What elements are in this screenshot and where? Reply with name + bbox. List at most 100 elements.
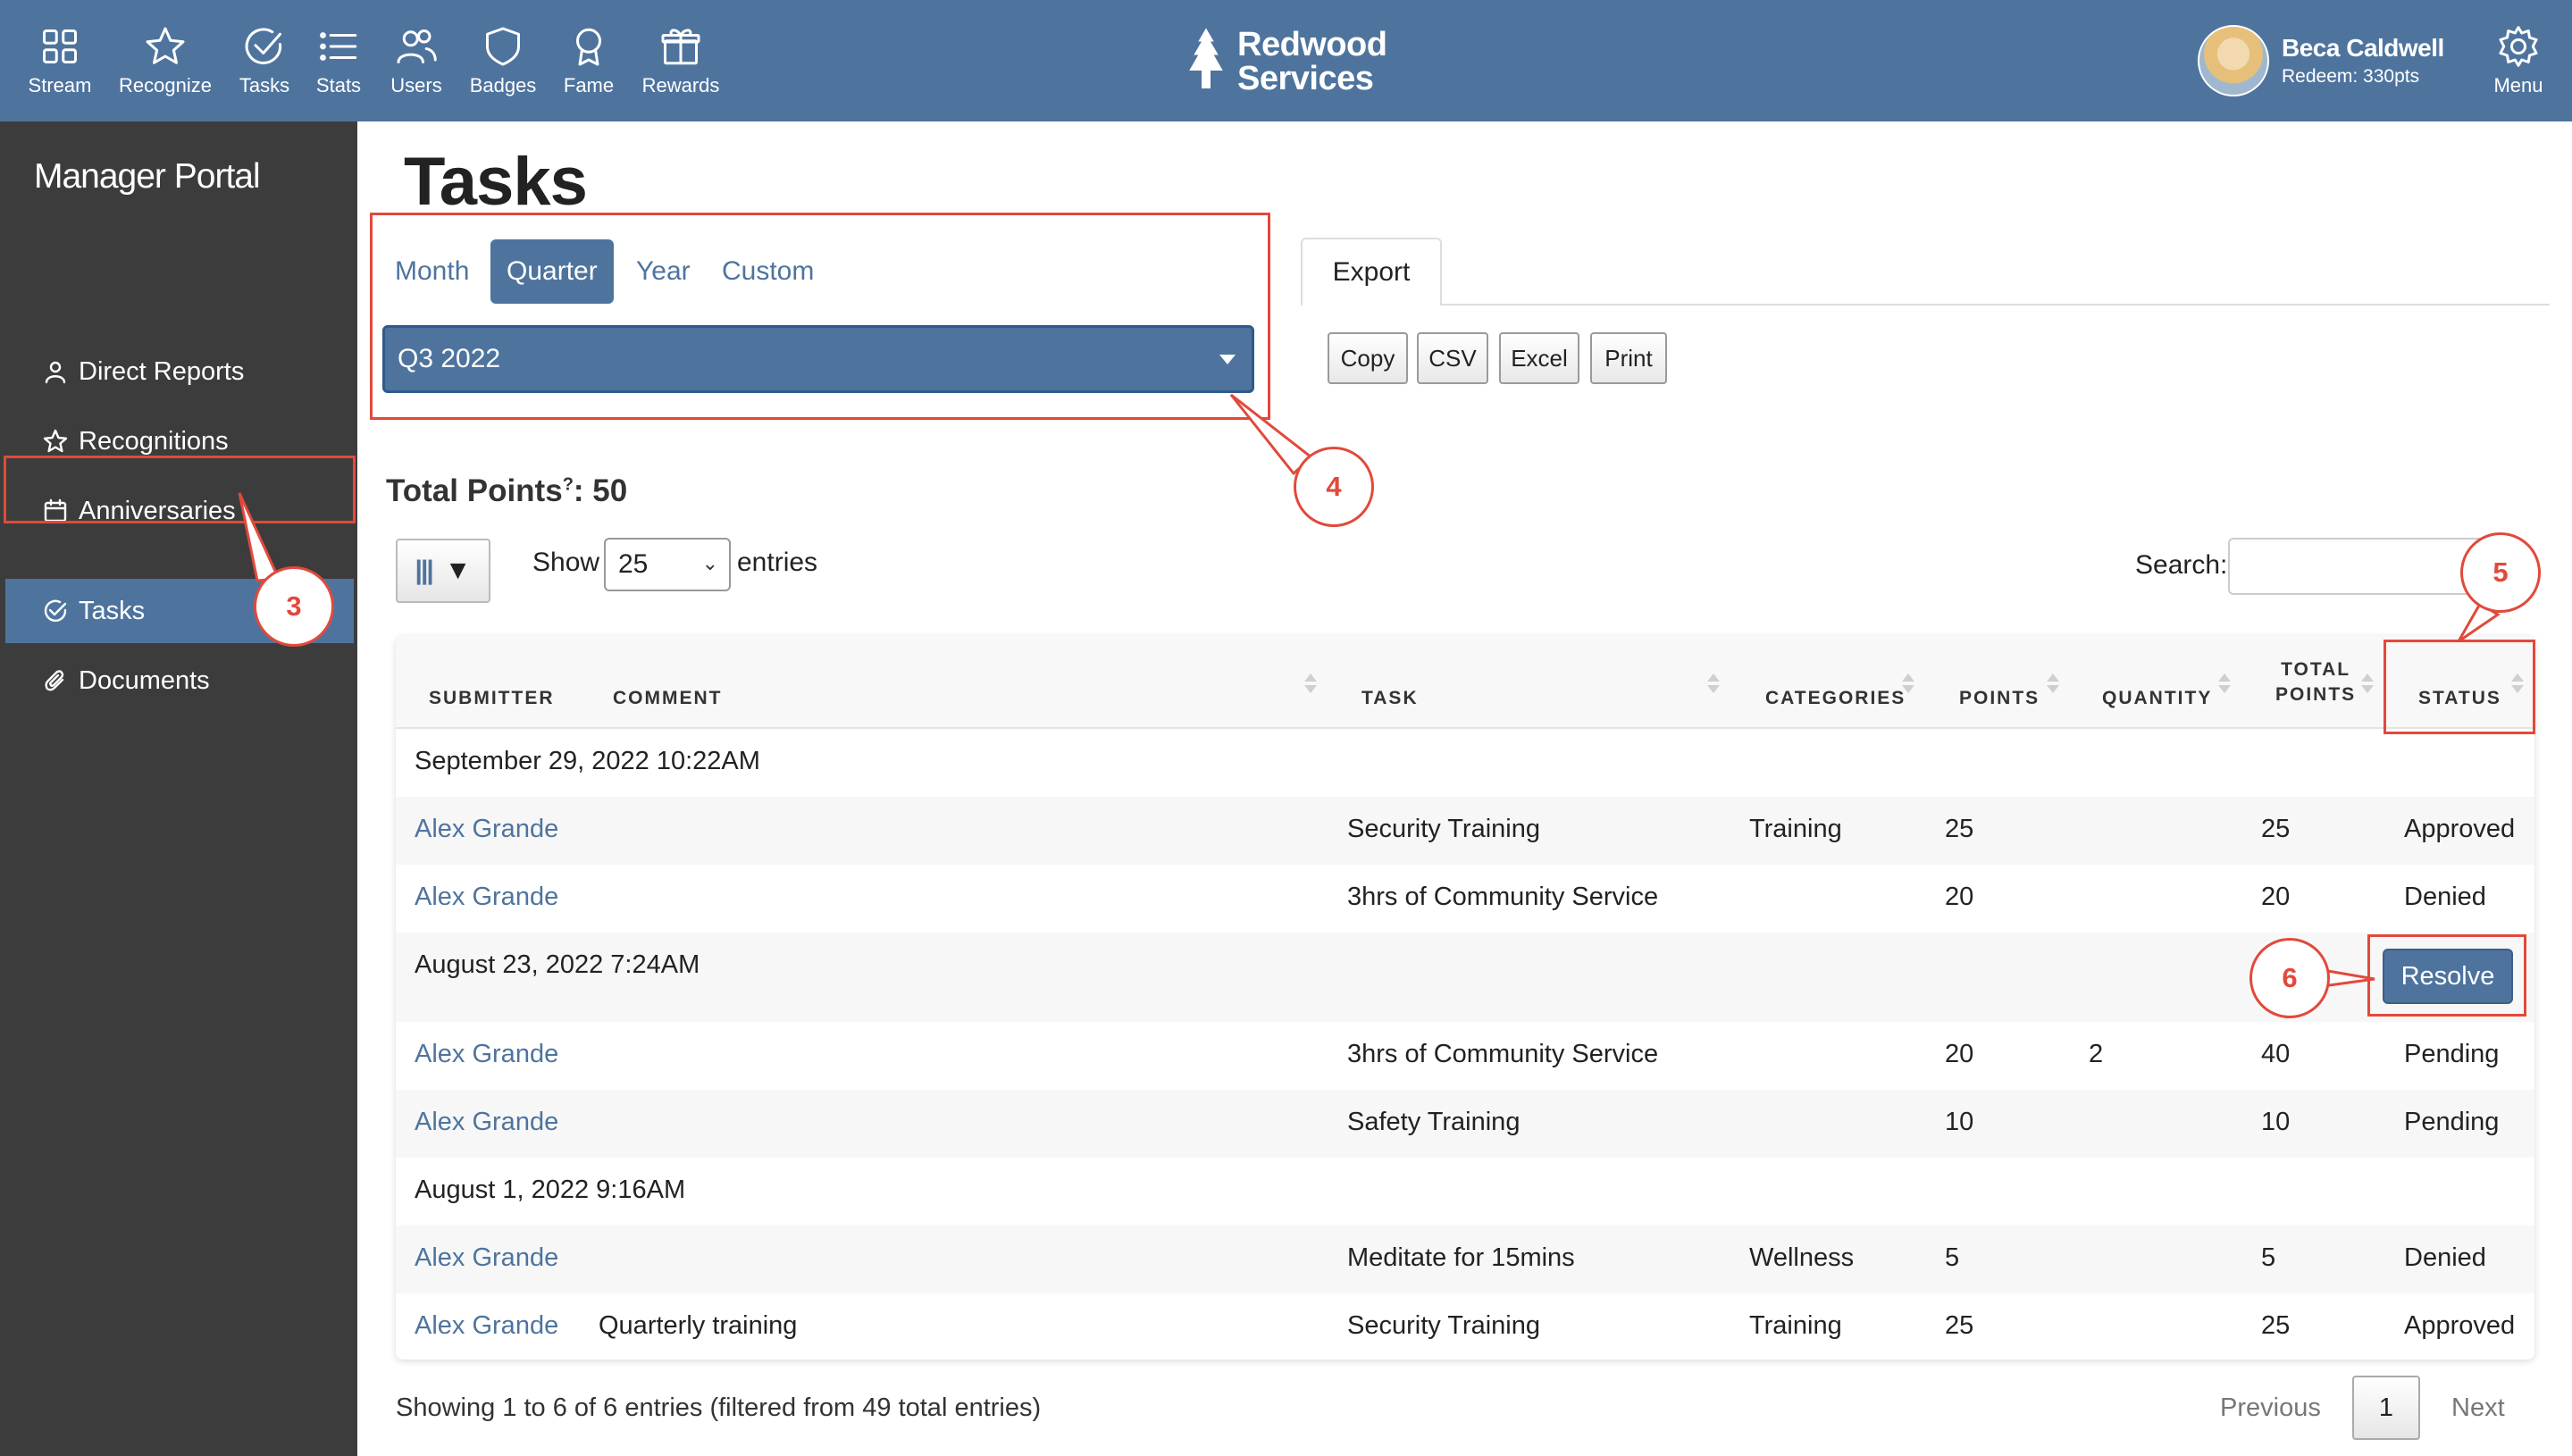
status-cell: Denied [2404, 1243, 2486, 1272]
submitter-link[interactable]: Alex Grande [415, 1311, 558, 1341]
group-date: August 23, 2022 7:24AM [415, 950, 700, 979]
sidebar-item-recognitions[interactable]: Recognitions [5, 409, 354, 473]
total-points-value: : 50 [573, 473, 628, 508]
header-quantity[interactable]: Quantity [2102, 686, 2212, 711]
tasks-table: Submitter Comment Task Categories Points… [396, 636, 2534, 1360]
header-submitter[interactable]: Submitter [429, 686, 555, 711]
sort-icon[interactable] [1902, 672, 1914, 697]
status-cell: Pending [2404, 1108, 2500, 1136]
menu-label: Menu [2493, 74, 2543, 96]
nav-users[interactable]: Users [384, 0, 448, 121]
nav-rewards-label: Rewards [641, 74, 720, 96]
tree-icon [1189, 28, 1223, 88]
table-row: Alex Grande Quarterly training Security … [396, 1293, 2534, 1360]
nav-tasks-label: Tasks [239, 74, 290, 96]
tab-export[interactable]: Export [1301, 238, 1442, 305]
status-cell: Approved [2404, 1311, 2516, 1340]
sidebar: Manager Portal Direct Reports Recognitio… [0, 121, 357, 1456]
total-points: Total Points?: 50 [386, 473, 627, 509]
tab-month[interactable]: Month [379, 239, 485, 304]
star-icon [146, 27, 185, 64]
chevron-down-icon: ⌄ [701, 552, 718, 574]
header-task[interactable]: Task [1361, 686, 1419, 711]
header-total-points[interactable]: Total Points [2275, 657, 2356, 707]
sort-icon[interactable] [2361, 672, 2374, 697]
nav-badges[interactable]: Badges [466, 0, 540, 121]
sort-icon[interactable] [1707, 672, 1720, 697]
submitter-link[interactable]: Alex Grande [415, 815, 558, 844]
tab-custom[interactable]: Custom [706, 239, 830, 304]
print-button[interactable]: Print [1590, 332, 1667, 384]
sidebar-item-anniversaries[interactable]: Anniversaries [5, 479, 354, 543]
submitter-link[interactable]: Alex Grande [415, 883, 558, 912]
avatar[interactable] [2198, 25, 2269, 96]
excel-button[interactable]: Excel [1499, 332, 1579, 384]
entries-per-page-select[interactable]: 25 ⌄ [604, 538, 731, 591]
table-row: Alex Grande 3hrs of Community Service 20… [396, 865, 2534, 933]
check-circle-icon [44, 599, 67, 622]
user-profile[interactable]: Beca Caldwell Redeem: 330pts [2198, 25, 2444, 96]
period-select[interactable]: Q3 2022 [382, 325, 1254, 393]
award-icon [576, 28, 601, 66]
users-icon [397, 29, 437, 63]
menu-button[interactable]: Menu [2485, 0, 2551, 121]
next-page-button[interactable]: Next [2451, 1393, 2505, 1423]
points-cell: 25 [1945, 1311, 1974, 1340]
nav-rewards[interactable]: Rewards [641, 0, 720, 121]
nav-recognize[interactable]: Recognize [118, 0, 213, 121]
brand-name-line2: Services [1237, 60, 1374, 97]
total-points-cell: 25 [2261, 815, 2291, 843]
quantity-cell: 2 [2089, 1040, 2104, 1068]
sort-icon[interactable] [1304, 672, 1317, 697]
tab-year[interactable]: Year [620, 239, 707, 304]
star-icon [43, 429, 68, 453]
total-points-cell: 5 [2261, 1243, 2276, 1272]
group-date: August 1, 2022 9:16AM [415, 1176, 686, 1204]
previous-page-button[interactable]: Previous [2220, 1393, 2321, 1423]
user-redeem-points: Redeem: 330pts [2282, 66, 2420, 87]
submitter-link[interactable]: Alex Grande [415, 1108, 558, 1137]
points-cell: 10 [1945, 1108, 1974, 1136]
check-circle-icon [245, 28, 282, 64]
search-label: Search: [2135, 550, 2228, 580]
search-input[interactable] [2228, 538, 2492, 595]
tab-quarter[interactable]: Quarter [490, 239, 614, 304]
nav-stream[interactable]: Stream [25, 0, 95, 121]
header-status[interactable]: Status [2418, 686, 2501, 711]
sidebar-item-direct-reports[interactable]: Direct Reports [5, 339, 354, 404]
column-visibility-button[interactable]: ||| ▼ [396, 539, 490, 603]
sort-icon[interactable] [2218, 672, 2231, 697]
sort-icon[interactable] [2047, 672, 2059, 697]
submitter-link[interactable]: Alex Grande [415, 1243, 558, 1273]
copy-button[interactable]: Copy [1328, 332, 1408, 384]
group-date-row: August 23, 2022 7:24AM Resolve [396, 933, 2534, 1022]
nav-tasks[interactable]: Tasks [234, 0, 295, 121]
header-comment[interactable]: Comment [613, 686, 723, 711]
group-date: September 29, 2022 10:22AM [415, 747, 760, 775]
table-row: Alex Grande 3hrs of Community Service 20… [396, 1022, 2534, 1090]
status-cell: Approved [2404, 815, 2516, 843]
caret-down-icon [1219, 355, 1236, 364]
resolve-button[interactable]: Resolve [2383, 949, 2513, 1004]
csv-button[interactable]: CSV [1417, 332, 1488, 384]
total-points-help[interactable]: ? [563, 474, 574, 494]
status-cell: Denied [2404, 883, 2486, 911]
sidebar-item-label: Recognitions [79, 426, 229, 456]
header-points[interactable]: Points [1959, 686, 2040, 711]
page-1-button[interactable]: 1 [2352, 1376, 2420, 1440]
task-cell: 3hrs of Community Service [1347, 1040, 1659, 1068]
sidebar-item-label: Tasks [79, 596, 146, 625]
header-categories[interactable]: Categories [1765, 686, 1906, 711]
callout-3: 3 [254, 566, 334, 647]
sort-icon[interactable] [2511, 672, 2524, 697]
group-date-row: August 1, 2022 9:16AM [396, 1158, 2534, 1226]
submitter-link[interactable]: Alex Grande [415, 1040, 558, 1069]
columns-icon: ||| [415, 556, 434, 585]
nav-stats[interactable]: Stats [309, 0, 368, 121]
brand-logo[interactable]: Redwood Services [1184, 23, 1387, 100]
callout-4: 4 [1294, 447, 1374, 527]
header-total-points-line2: Points [2275, 684, 2357, 705]
nav-fame[interactable]: Fame [557, 0, 620, 121]
table-row: Alex Grande Safety Training 10 10 Pendin… [396, 1090, 2534, 1158]
sidebar-item-documents[interactable]: Documents [5, 649, 354, 713]
